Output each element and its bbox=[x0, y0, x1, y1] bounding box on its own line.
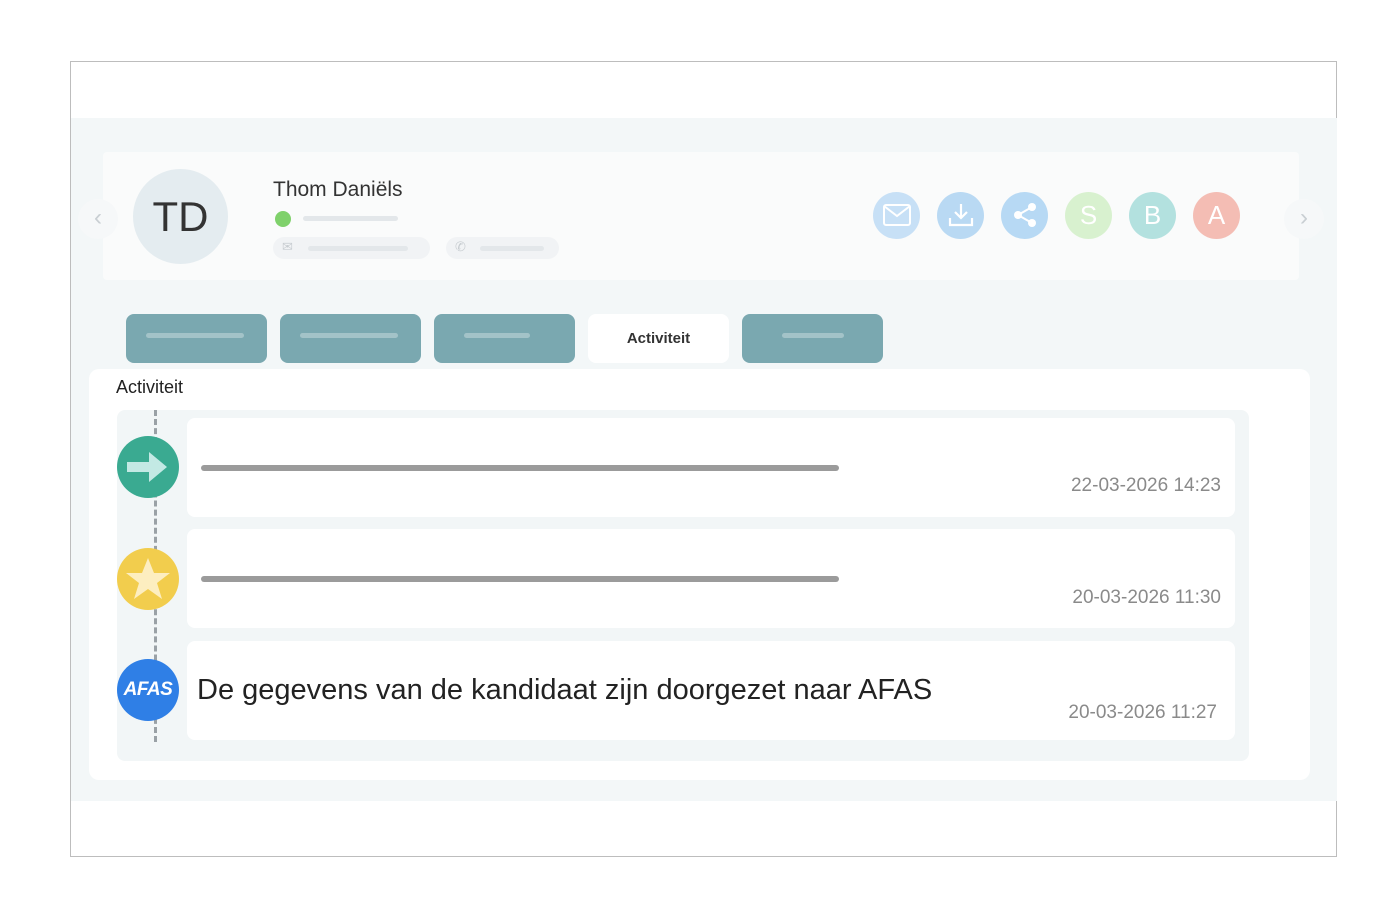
status-indicator bbox=[275, 211, 291, 227]
email-chip[interactable]: ✉ bbox=[273, 237, 430, 259]
share-button[interactable] bbox=[1001, 192, 1048, 239]
tab-activiteit[interactable]: Activiteit bbox=[588, 314, 729, 363]
mail-button[interactable] bbox=[873, 192, 920, 239]
section-title: Activiteit bbox=[116, 377, 184, 397]
previous-button[interactable]: ‹ bbox=[78, 199, 118, 239]
tab-5[interactable] bbox=[742, 314, 883, 363]
download-icon bbox=[948, 204, 973, 227]
s-button[interactable]: S bbox=[1065, 192, 1112, 239]
candidate-name: Thom Daniëls bbox=[273, 178, 403, 201]
download-button[interactable] bbox=[937, 192, 984, 239]
share-icon bbox=[1013, 203, 1036, 227]
activity-text-placeholder bbox=[201, 465, 839, 471]
star-icon bbox=[117, 548, 179, 610]
tab-3[interactable] bbox=[434, 314, 575, 363]
activity-text-placeholder bbox=[201, 576, 839, 582]
tab-1[interactable] bbox=[126, 314, 267, 363]
avatar: TD bbox=[133, 169, 228, 264]
tab-label-placeholder bbox=[146, 333, 244, 338]
phone-icon: ✆ bbox=[455, 239, 466, 254]
activity-item[interactable]: 20-03-2026 11:30 bbox=[187, 529, 1235, 628]
activity-time: 20-03-2026 11:30 bbox=[1072, 587, 1221, 608]
phone-chip[interactable]: ✆ bbox=[446, 237, 559, 259]
chevron-right-icon: › bbox=[1300, 204, 1308, 231]
afas-logo: AFAS bbox=[117, 659, 179, 721]
next-button[interactable]: › bbox=[1284, 199, 1324, 239]
tab-label-placeholder bbox=[782, 333, 844, 338]
activity-item[interactable]: De gegevens van de kandidaat zijn doorge… bbox=[187, 641, 1235, 740]
mail-icon: ✉ bbox=[282, 239, 293, 254]
activity-time: 20-03-2026 11:27 bbox=[1068, 702, 1217, 723]
tab-label-placeholder bbox=[300, 333, 398, 338]
afas-logo-text: AFAS bbox=[123, 679, 173, 700]
tab-2[interactable] bbox=[280, 314, 421, 363]
status-placeholder bbox=[303, 216, 398, 221]
activity-text: De gegevens van de kandidaat zijn doorge… bbox=[197, 674, 933, 706]
activity-time: 22-03-2026 14:23 bbox=[1070, 475, 1221, 496]
email-placeholder bbox=[308, 246, 408, 251]
b-button[interactable]: B bbox=[1129, 192, 1176, 239]
chevron-left-icon: ‹ bbox=[94, 204, 102, 231]
a-button[interactable]: A bbox=[1193, 192, 1240, 239]
tab-label-placeholder bbox=[464, 333, 530, 338]
mail-icon bbox=[882, 204, 911, 226]
activity-item[interactable]: 22-03-2026 14:23 bbox=[187, 418, 1235, 517]
phone-placeholder bbox=[480, 246, 544, 251]
arrow-right-icon bbox=[117, 436, 179, 498]
